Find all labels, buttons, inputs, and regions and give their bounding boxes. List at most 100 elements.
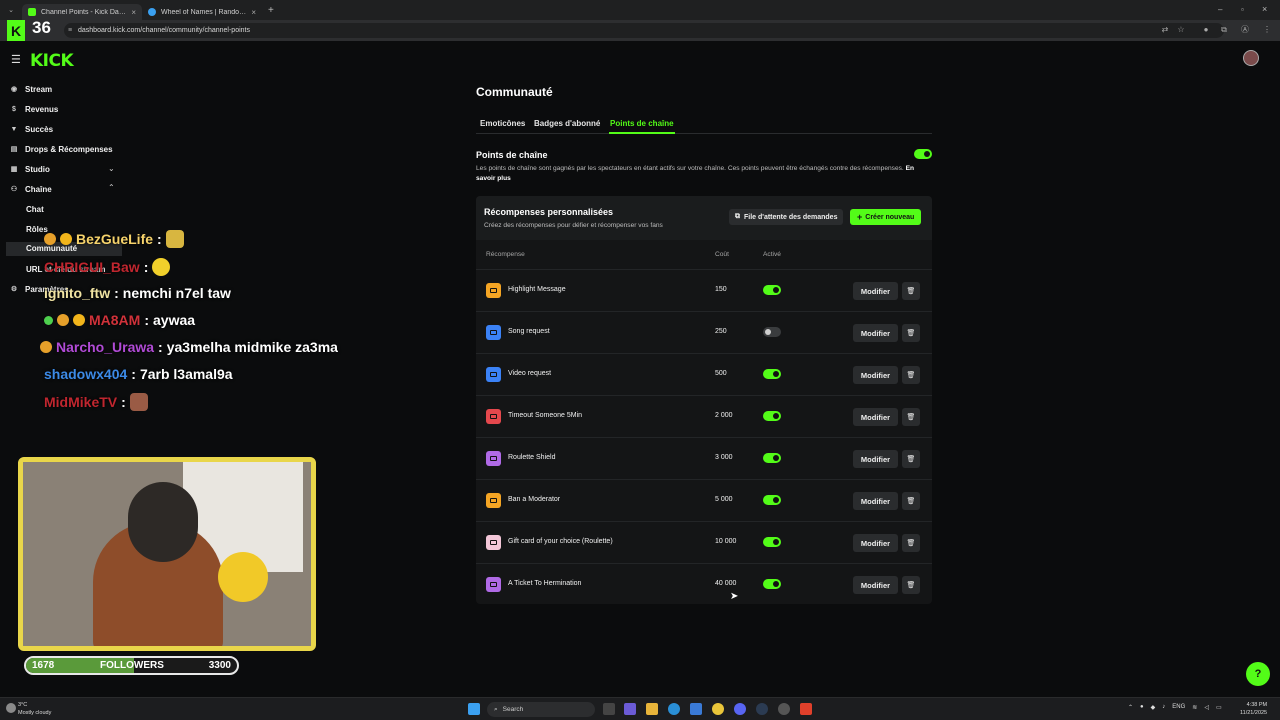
chevron-up-icon[interactable]: ⌃ [108, 183, 115, 192]
edit-reward-button[interactable]: Modifier [853, 492, 898, 510]
translate-icon[interactable]: ⇄ [1160, 25, 1170, 35]
request-queue-button[interactable]: ⧉ File d'attente des demandes [729, 209, 844, 225]
delete-reward-button[interactable]: 🗑 [902, 282, 920, 300]
app-icon[interactable] [624, 703, 636, 715]
edge-icon[interactable] [668, 703, 680, 715]
hamburger-menu-icon[interactable]: ☰ [11, 53, 21, 66]
close-tab-icon[interactable]: × [131, 8, 136, 17]
delete-reward-button[interactable]: 🗑 [902, 576, 920, 594]
chevron-down-icon[interactable]: ⌄ [108, 164, 115, 173]
delete-reward-button[interactable]: 🗑 [902, 534, 920, 552]
obs-icon[interactable] [778, 703, 790, 715]
channel-icon: ⚇ [10, 186, 18, 193]
reward-cost: 3 000 [715, 454, 733, 461]
sidebar-item-studio[interactable]: ▦ Studio [10, 160, 50, 178]
edit-reward-button[interactable]: Modifier [853, 576, 898, 594]
gift-badge-icon [73, 314, 85, 326]
weather-widget[interactable]: 3°C Mostly cloudy [18, 701, 51, 717]
battery-icon[interactable]: ▭ [1216, 704, 1222, 711]
crown-badge-icon [40, 341, 52, 353]
column-header-active: Activé [763, 251, 781, 258]
sidebar-item-succes[interactable]: ▼ Succès [10, 120, 54, 138]
reward-active-toggle[interactable] [763, 579, 781, 589]
channel-points-toggle[interactable] [914, 149, 932, 159]
weather-icon[interactable] [6, 703, 16, 713]
extension-icon[interactable]: ● [1201, 25, 1211, 35]
tab-channel-points[interactable]: Points de chaîne [610, 119, 674, 128]
delete-reward-button[interactable]: 🗑 [902, 324, 920, 342]
sidebar-item-drops[interactable]: ▤ Drops & Récompenses [10, 140, 113, 158]
sidebar-item-chaine[interactable]: ⚇ Chaîne [10, 180, 52, 198]
close-window-icon[interactable]: × [1262, 4, 1267, 14]
edit-reward-button[interactable]: Modifier [853, 408, 898, 426]
delete-reward-button[interactable]: 🗑 [902, 450, 920, 468]
delete-reward-button[interactable]: 🗑 [902, 408, 920, 426]
reward-active-toggle[interactable] [763, 369, 781, 379]
chat-message: Narcho_Urawa : ya3melha midmike za3ma [40, 339, 338, 355]
site-info-icon[interactable]: ≡ [68, 27, 72, 34]
reward-active-toggle[interactable] [763, 327, 781, 337]
edit-reward-button[interactable]: Modifier [853, 282, 898, 300]
sidebar-item-revenus[interactable]: $ Revenus [10, 100, 58, 118]
tab-list-icon[interactable]: ⌄ [0, 6, 22, 14]
kick-extension-icon[interactable]: K [7, 20, 25, 41]
reward-cost: 150 [715, 286, 727, 293]
wifi-icon[interactable]: ≋ [1192, 704, 1197, 711]
close-tab-icon[interactable]: × [251, 8, 256, 17]
create-reward-button[interactable]: + Créer nouveau [850, 209, 922, 225]
reward-icon [486, 451, 501, 466]
bookmark-star-icon[interactable]: ☆ [1176, 25, 1186, 35]
reward-active-toggle[interactable] [763, 537, 781, 547]
chrome-icon[interactable] [712, 703, 724, 715]
microphone-icon[interactable]: ♪ [1162, 704, 1165, 711]
sidebar-item-label: Revenus [25, 104, 59, 114]
windows-start-icon[interactable] [468, 703, 480, 715]
reward-active-toggle[interactable] [763, 453, 781, 463]
chat-colon: : [121, 394, 126, 410]
new-tab-icon[interactable]: + [268, 5, 274, 16]
edit-reward-button[interactable]: Modifier [853, 324, 898, 342]
trash-icon: 🗑 [906, 540, 916, 547]
speaker-icon[interactable]: ◁ [1204, 704, 1209, 711]
edit-reward-button[interactable]: Modifier [853, 534, 898, 552]
file-explorer-icon[interactable] [646, 703, 658, 715]
language-indicator[interactable]: ENG [1172, 704, 1185, 711]
reward-name: Roulette Shield [508, 454, 556, 461]
maximize-icon[interactable]: ▫ [1241, 5, 1244, 14]
brave-icon[interactable] [800, 703, 812, 715]
delete-reward-button[interactable]: 🗑 [902, 492, 920, 510]
kick-logo[interactable]: KICK [30, 51, 74, 71]
app-icon[interactable] [690, 703, 702, 715]
gift-icon: ▤ [10, 146, 18, 153]
sidebar-sub-chat[interactable]: Chat [26, 205, 44, 214]
tray-app-icon[interactable]: ◆ [1151, 704, 1156, 711]
reward-active-toggle[interactable] [763, 495, 781, 505]
reward-active-toggle[interactable] [763, 285, 781, 295]
help-chat-button[interactable]: ? [1246, 662, 1270, 686]
user-avatar[interactable] [1243, 50, 1259, 66]
url-field[interactable]: ≡ dashboard.kick.com/channel/community/c… [64, 23, 1224, 38]
discord-icon[interactable] [734, 703, 746, 715]
more-menu-icon[interactable]: ⋮ [1262, 25, 1272, 35]
reward-active-toggle[interactable] [763, 411, 781, 421]
delete-reward-button[interactable]: 🗑 [902, 366, 920, 384]
edit-reward-button[interactable]: Modifier [853, 450, 898, 468]
webcam-feed [18, 457, 316, 651]
sidebar-item-stream[interactable]: ◉ Stream [10, 80, 52, 98]
tab-badges[interactable]: Badges d'abonné [534, 119, 600, 128]
crown-badge-icon [44, 233, 56, 245]
chat-message: CHRIGUI_Baw : [44, 258, 171, 276]
browser-tab-wheel[interactable]: Wheel of Names | Random name × [142, 4, 262, 20]
reward-cost: 5 000 [715, 496, 733, 503]
steam-icon[interactable] [756, 703, 768, 715]
taskbar-clock[interactable]: 4:38 PM 11/21/2025 [1240, 701, 1267, 717]
edit-reward-button[interactable]: Modifier [853, 366, 898, 384]
minimize-icon[interactable]: – [1218, 5, 1222, 14]
tab-emoticones[interactable]: Emoticônes [480, 119, 525, 128]
taskbar-search[interactable]: ⌕ Search [487, 702, 595, 717]
chevron-up-icon[interactable]: ⌃ [1128, 704, 1133, 711]
task-view-icon[interactable] [603, 703, 615, 715]
tray-app-icon[interactable]: ● [1140, 704, 1144, 711]
extensions-puzzle-icon[interactable]: ⧉ [1219, 25, 1229, 35]
profile-icon[interactable]: Ⓐ [1240, 25, 1250, 35]
